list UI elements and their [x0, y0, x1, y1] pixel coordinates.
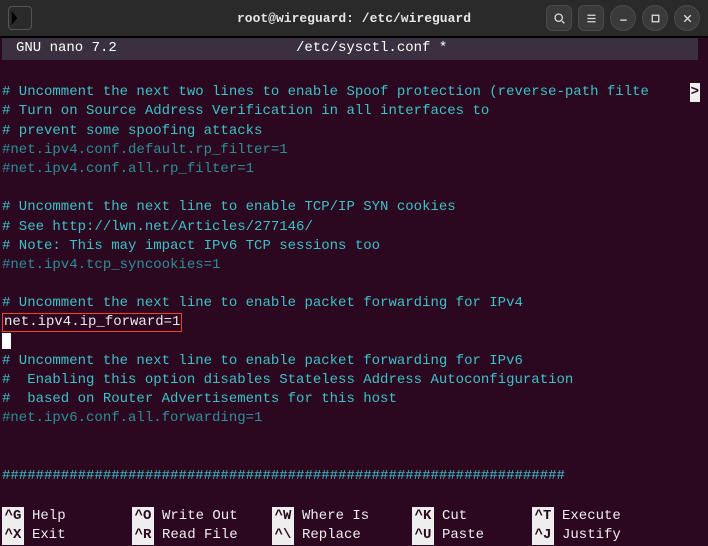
shortcut-label: Replace [302, 526, 361, 545]
shortcut-label: Where Is [302, 507, 369, 526]
shortcut-label: Exit [32, 526, 66, 545]
minimize-button[interactable] [610, 5, 636, 31]
editor-line: # Note: This may impact IPv6 TCP session… [2, 237, 706, 256]
shortcut-item: ^X Exit [2, 526, 132, 545]
editor-line: ########################################… [2, 467, 706, 486]
search-button[interactable] [546, 5, 572, 31]
editor-header: GNU nano 7.2 /etc/sysctl.conf * [2, 38, 698, 60]
shortcut-label: Justify [562, 526, 621, 545]
editor-line: # Uncomment the next two lines to enable… [2, 83, 706, 102]
editor-line [2, 275, 706, 294]
editor-app-name: GNU nano 7.2 [16, 39, 296, 58]
titlebar: root@wireguard: /etc/wireguard [0, 0, 708, 36]
editor-line: # Uncomment the next line to enable pack… [2, 294, 706, 313]
editor-line: #net.ipv4.conf.all.rp_filter=1 [2, 160, 706, 179]
shortcut-label: Write Out [162, 507, 238, 526]
close-button[interactable] [674, 5, 700, 31]
shortcut-item: ^\ Replace [272, 526, 412, 545]
terminal-icon [8, 6, 32, 30]
shortcut-key: ^K [412, 507, 434, 526]
editor-line: # Turn on Source Address Verification in… [2, 102, 706, 121]
cursor [2, 333, 11, 349]
editor-line: # Enabling this option disables Stateles… [2, 371, 706, 390]
shortcut-item: ^O Write Out [132, 507, 272, 526]
editor-line [2, 429, 706, 448]
shortcut-key: ^J [532, 526, 554, 545]
editor-content[interactable]: # Uncomment the next two lines to enable… [0, 60, 708, 486]
editor-line: #net.ipv6.conf.all.forwarding=1 [2, 409, 706, 428]
highlighted-setting: net.ipv4.ip_forward=1 [2, 313, 182, 332]
maximize-button[interactable] [642, 5, 668, 31]
line-overflow-marker: > [690, 83, 700, 102]
editor-line: # Uncomment the next line to enable TCP/… [2, 198, 706, 217]
shortcut-item: ^W Where Is [272, 507, 412, 526]
shortcut-key: ^R [132, 526, 154, 545]
shortcut-item: ^T Execute [532, 507, 652, 526]
editor-line [2, 179, 706, 198]
shortcut-item: ^K Cut [412, 507, 532, 526]
editor-line: net.ipv4.ip_forward=1 [2, 313, 706, 332]
shortcut-item: ^R Read File [132, 526, 272, 545]
shortcut-key: ^O [132, 507, 154, 526]
shortcut-label: Paste [442, 526, 484, 545]
editor-line [2, 64, 706, 83]
editor-line [2, 448, 706, 467]
shortcut-key: ^\ [272, 526, 294, 545]
shortcut-item: ^G Help [2, 507, 132, 526]
editor-line: # based on Router Advertisements for thi… [2, 390, 706, 409]
shortcut-key: ^G [2, 507, 24, 526]
shortcut-label: Cut [442, 507, 467, 526]
editor-line: # See http://lwn.net/Articles/277146/ [2, 218, 706, 237]
shortcut-label: Help [32, 507, 66, 526]
terminal[interactable]: GNU nano 7.2 /etc/sysctl.conf * # Uncomm… [0, 38, 708, 546]
shortcut-key: ^W [272, 507, 294, 526]
editor-line: # Uncomment the next line to enable pack… [2, 352, 706, 371]
editor-line [2, 333, 706, 352]
shortcut-label: Read File [162, 526, 238, 545]
shortcut-label: Execute [562, 507, 621, 526]
shortcut-item: ^U Paste [412, 526, 532, 545]
editor-file-name: /etc/sysctl.conf * [296, 39, 447, 58]
shortcut-key: ^X [2, 526, 24, 545]
menu-button[interactable] [578, 5, 604, 31]
shortcut-bar: ^G Help ^O Write Out ^W Where Is ^K Cut ^T Execut… [2, 507, 706, 545]
editor-line: # prevent some spoofing attacks [2, 122, 706, 141]
editor-line: #net.ipv4.conf.default.rp_filter=1 [2, 141, 706, 160]
editor-line: #net.ipv4.tcp_syncookies=1 [2, 256, 706, 275]
shortcut-item: ^J Justify [532, 526, 652, 545]
shortcut-key: ^T [532, 507, 554, 526]
shortcut-key: ^U [412, 526, 434, 545]
